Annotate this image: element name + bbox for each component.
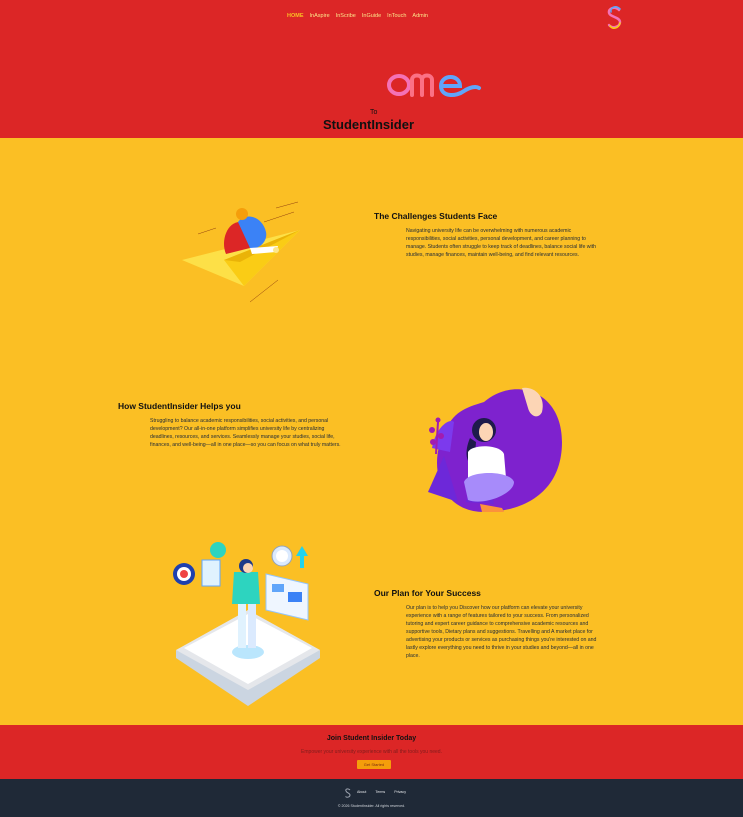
cta-subtitle: Empower your university experience with … [301,749,442,755]
footer-logo[interactable] [344,788,352,798]
how-helps-text: Struggling to balance academic responsib… [150,418,341,448]
hero-brand-title: StudentInsider [323,117,415,132]
nav-home[interactable]: HOME [287,13,304,19]
challenges-section: The Challenges Students Face Navigating … [374,211,598,259]
plan-section: Our Plan for Your Success Our plan is to… [374,588,598,660]
plan-title: Our Plan for Your Success [374,588,481,598]
footer-link-about[interactable]: About [357,790,366,794]
nav-intouch[interactable]: InTouch [387,13,406,19]
footer-link-privacy[interactable]: Privacy [394,790,406,794]
nav-inguide[interactable]: InGuide [362,13,381,19]
site-logo[interactable] [604,5,626,31]
nav-inscribe[interactable]: InScribe [336,13,356,19]
plan-text: Our plan is to help you Discover how our… [406,605,597,659]
welcome-ome-script [387,73,481,97]
student-platform-illustration [173,542,320,706]
nav-admin[interactable]: Admin [412,13,428,19]
challenges-title: The Challenges Students Face [374,211,498,221]
student-on-paper-plane-illustration [182,201,300,303]
cta-title: Join Student Insider Today [326,735,417,742]
footer-copyright: © 2026 StudentInsider. All rights reserv… [337,804,406,808]
how-helps-section: How StudentInsider Helps you Struggling … [118,401,342,449]
student-sitting-illustration [428,387,562,512]
nav-inaspire[interactable]: InAspire [310,13,330,19]
get-started-button[interactable]: Get Started [357,760,391,769]
how-helps-title: How StudentInsider Helps you [118,401,241,411]
site-footer: About Terms Privacy © 2026 StudentInside… [0,779,743,817]
footer-link-terms[interactable]: Terms [375,790,385,794]
hero-to-label: To [370,109,378,116]
footer-links: About Terms Privacy [357,790,406,794]
hero-banner: HOME InAspire InScribe InGuide InTouch A… [0,0,743,138]
main-nav: HOME InAspire InScribe InGuide InTouch A… [287,13,428,19]
challenges-text: Navigating university life can be overwh… [406,228,597,258]
join-cta-section: Join Student Insider Today Empower your … [0,725,743,779]
